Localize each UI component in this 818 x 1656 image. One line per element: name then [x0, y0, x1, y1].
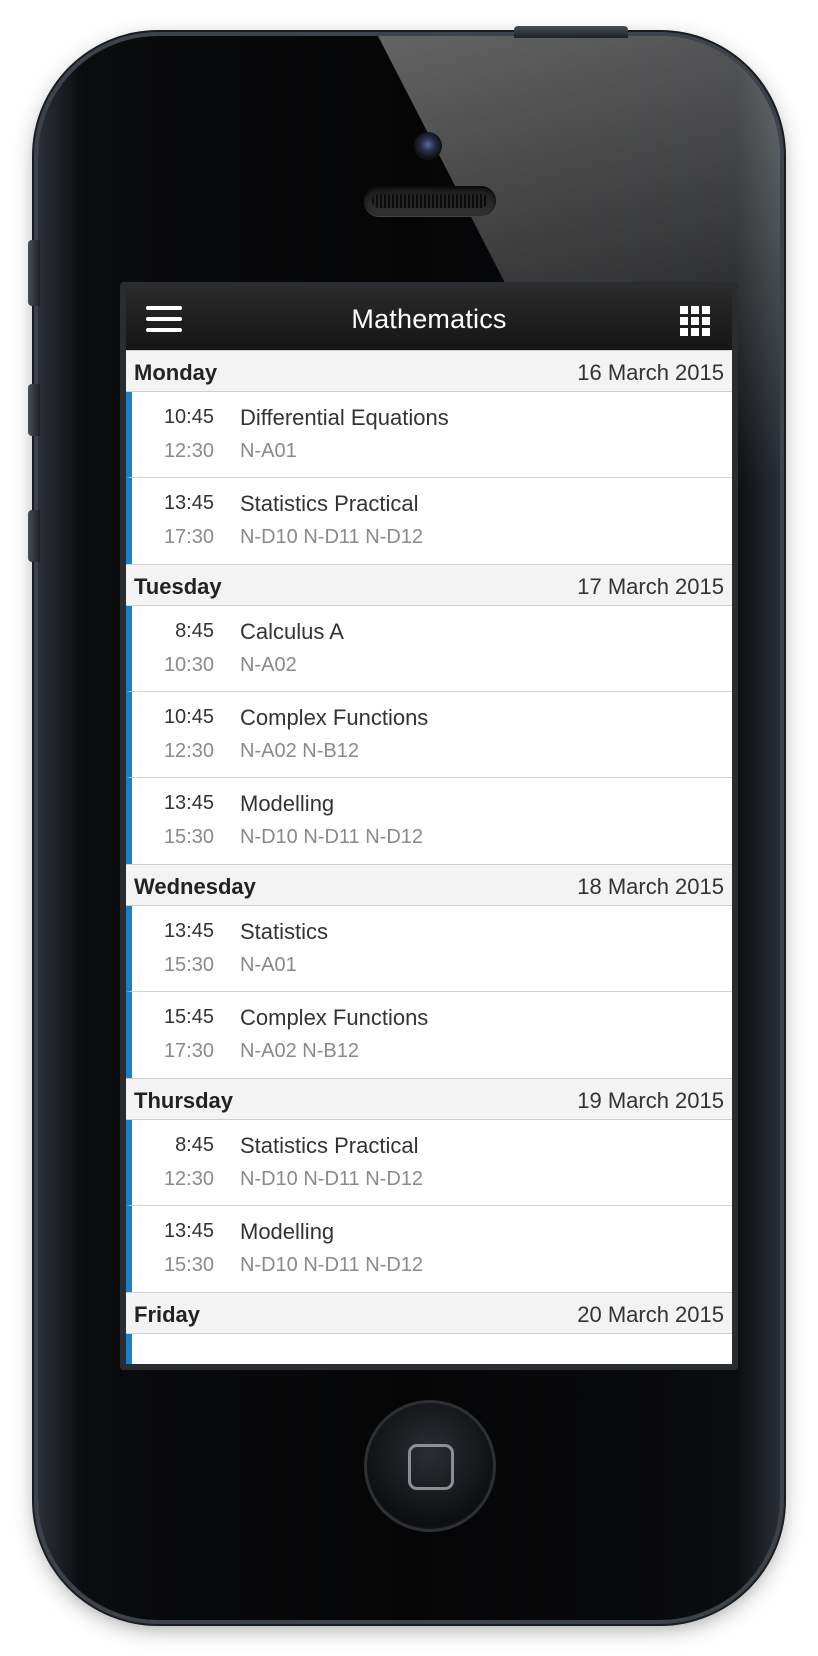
day-date: 16 March 2015 — [577, 360, 724, 385]
day-date: 18 March 2015 — [577, 874, 724, 899]
event-row[interactable]: 13:45 15:30 Statistics N-A01 — [126, 906, 732, 992]
earpiece-speaker — [364, 186, 496, 216]
day-date: 19 March 2015 — [577, 1088, 724, 1113]
event-end-time: 17:30 — [163, 1040, 214, 1062]
event-start-time: 13:45 — [163, 792, 214, 814]
event-start-time: 13:45 — [163, 492, 214, 514]
event-end-time: 15:30 — [163, 954, 214, 976]
event-title: Calculus A — [240, 619, 344, 644]
event-start-time: 15:45 — [163, 1006, 214, 1028]
day-name: Friday — [134, 1302, 201, 1327]
event-row[interactable]: 8:45 12:30 Statistics Practical N-D10 N-D11… — [126, 1120, 732, 1206]
phone-frame: Mathematics Monday 16 March 2015 10:45 12:3… — [38, 36, 780, 1620]
day-header: Friday 20 March 2015 — [126, 1292, 732, 1334]
event-row-partial[interactable] — [126, 1334, 732, 1364]
mute-switch — [28, 240, 40, 306]
event-row[interactable]: 15:45 17:30 Complex Functions N-A02 N-B12 — [126, 992, 732, 1078]
schedule-list[interactable]: Monday 16 March 2015 10:45 12:30 Differentia… — [126, 350, 732, 1364]
day-date: 17 March 2015 — [577, 574, 724, 599]
event-start-time: 8:45 — [175, 620, 214, 642]
volume-up-button — [28, 384, 40, 436]
volume-down-button — [28, 510, 40, 562]
day-name: Monday — [134, 360, 218, 385]
event-row[interactable]: 10:45 12:30 Differential Equations N-A01 — [126, 392, 732, 478]
event-start-time: 10:45 — [163, 406, 214, 428]
day-date: 20 March 2015 — [577, 1302, 724, 1327]
event-rooms: N-A02 N-B12 — [240, 1040, 359, 1062]
event-title: Statistics Practical — [240, 491, 419, 516]
day-name: Thursday — [134, 1088, 234, 1113]
event-row[interactable]: 8:45 10:30 Calculus A N-A02 — [126, 606, 732, 692]
front-camera — [414, 132, 442, 160]
day-name: Wednesday — [134, 874, 256, 899]
event-rooms: N-D10 N-D11 N-D12 — [240, 826, 424, 848]
day-name: Tuesday — [134, 574, 222, 599]
event-end-time: 10:30 — [163, 654, 214, 676]
event-end-time: 15:30 — [163, 826, 214, 848]
app-header: Mathematics — [126, 288, 732, 350]
event-rooms: N-D10 N-D11 N-D12 — [240, 1254, 424, 1276]
power-button — [514, 26, 628, 38]
event-rooms: N-A01 — [240, 440, 297, 462]
event-row[interactable]: 13:45 15:30 Modelling N-D10 N-D11 N-D12 — [126, 1206, 732, 1292]
event-rooms: N-D10 N-D11 N-D12 — [240, 526, 424, 548]
event-title: Modelling — [240, 791, 335, 816]
event-end-time: 12:30 — [163, 740, 214, 762]
event-title: Differential Equations — [240, 405, 449, 430]
event-title: Statistics Practical — [240, 1133, 419, 1158]
day-header: Monday 16 March 2015 — [126, 350, 732, 392]
event-rooms: N-D10 N-D11 N-D12 — [240, 1168, 424, 1190]
day-header: Wednesday 18 March 2015 — [126, 864, 732, 906]
event-end-time: 12:30 — [163, 440, 214, 462]
app-screen: Mathematics Monday 16 March 2015 10:45 12:3… — [126, 288, 732, 1364]
event-end-time: 12:30 — [163, 1168, 214, 1190]
event-start-time: 13:45 — [163, 1220, 214, 1242]
event-end-time: 17:30 — [163, 526, 214, 548]
event-start-time: 13:45 — [163, 920, 214, 942]
grid-icon[interactable] — [680, 306, 710, 336]
day-header: Tuesday 17 March 2015 — [126, 564, 732, 606]
event-start-time: 8:45 — [175, 1134, 214, 1156]
event-rooms: N-A02 — [240, 654, 297, 676]
home-square-icon — [408, 1444, 454, 1490]
event-rooms: N-A01 — [240, 954, 297, 976]
event-end-time: 15:30 — [163, 1254, 214, 1276]
event-row[interactable]: 10:45 12:30 Complex Functions N-A02 N-B12 — [126, 692, 732, 778]
page-title: Mathematics — [351, 304, 507, 334]
event-rooms: N-A02 N-B12 — [240, 740, 359, 762]
event-title: Complex Functions — [240, 1005, 429, 1030]
event-start-time: 10:45 — [163, 706, 214, 728]
event-row[interactable]: 13:45 17:30 Statistics Practical N-D10 N-D1… — [126, 478, 732, 564]
home-button[interactable] — [364, 1400, 496, 1532]
event-title: Complex Functions — [240, 705, 429, 730]
event-row[interactable]: 13:45 15:30 Modelling N-D10 N-D11 N-D12 — [126, 778, 732, 864]
event-title: Statistics — [240, 919, 329, 944]
day-header: Thursday 19 March 2015 — [126, 1078, 732, 1120]
event-title: Modelling — [240, 1219, 335, 1244]
